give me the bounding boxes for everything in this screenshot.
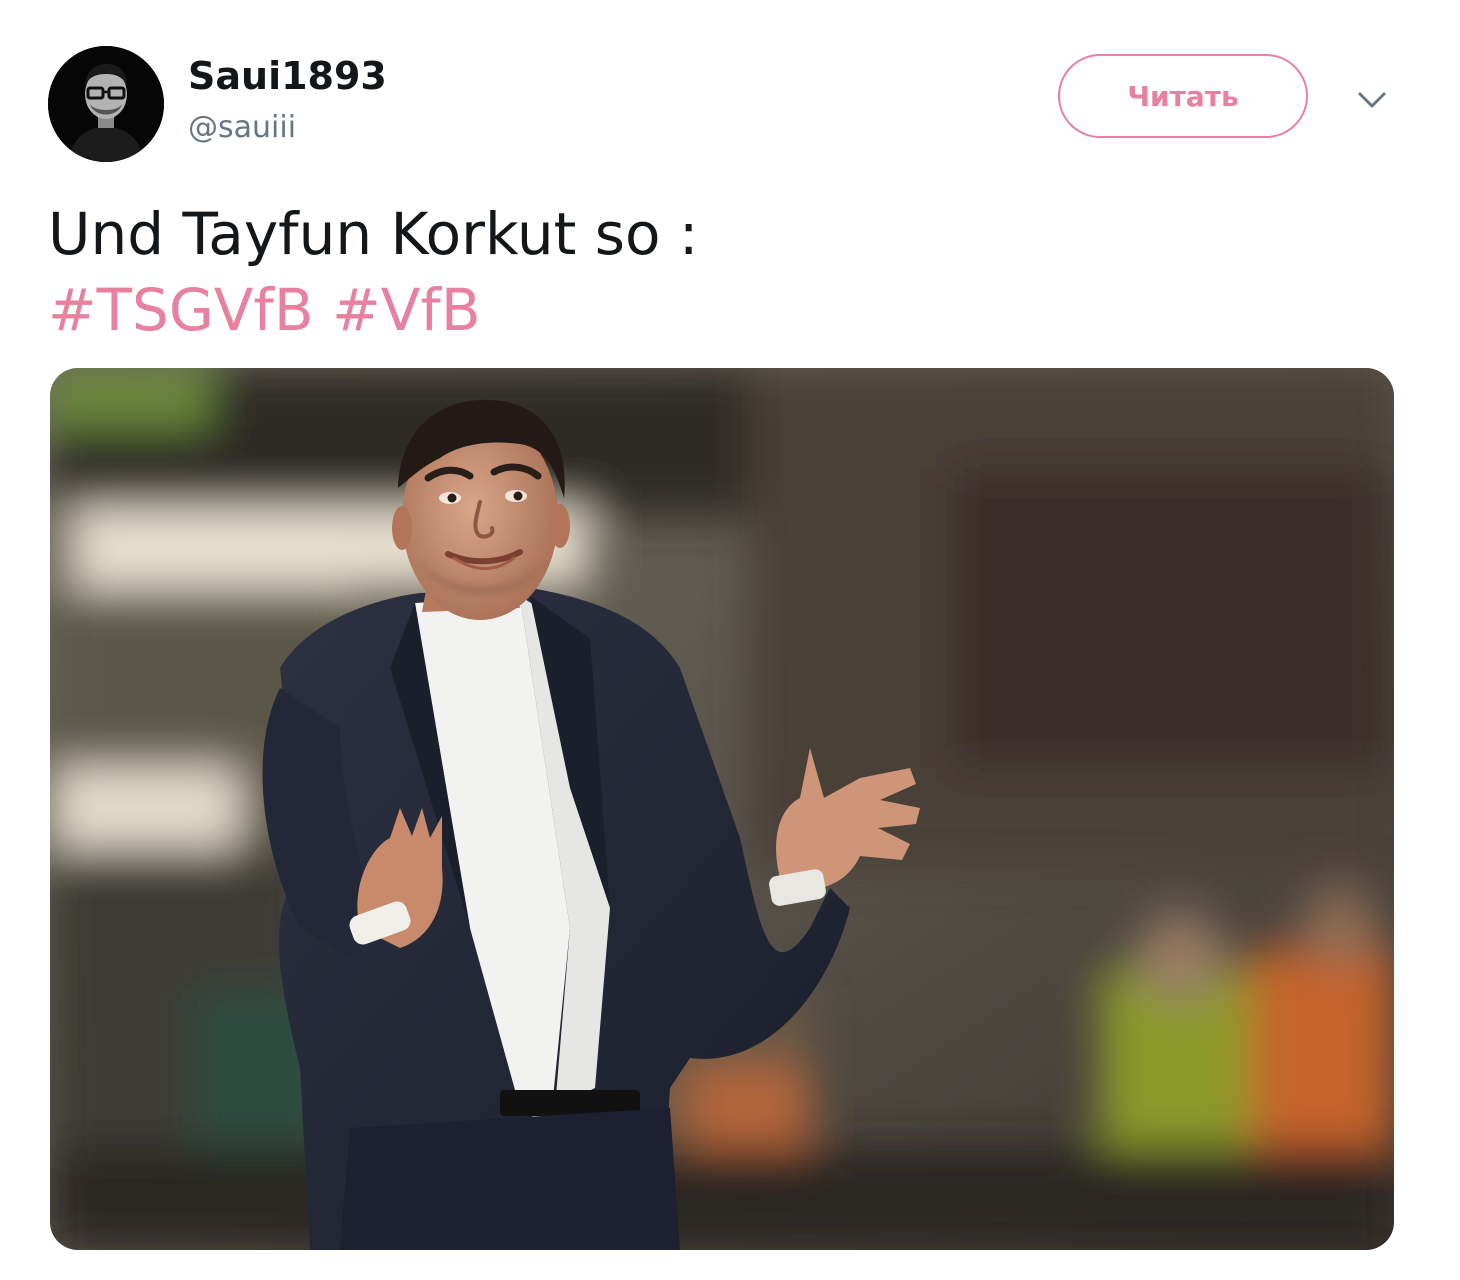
tweet-card: Saui1893 @sauiii Читать Und Tayfun Korku… [0,0,1460,1280]
tweet-photo[interactable] [50,368,1394,1250]
photo-man-shrugging [50,368,1394,1250]
tweet-text: Und Tayfun Korkut so : [48,200,699,268]
avatar-image [48,46,164,162]
hashtag-link[interactable]: #VfB [332,276,480,344]
hashtag-list: #TSGVfB #VfB [48,272,481,348]
display-name[interactable]: Saui1893 [188,52,387,100]
avatar[interactable] [48,46,164,162]
chevron-down-icon[interactable] [1350,80,1394,120]
follow-button[interactable]: Читать [1058,54,1308,138]
hashtag-link[interactable]: #TSGVfB [48,276,314,344]
user-handle[interactable]: @sauiii [188,108,296,148]
